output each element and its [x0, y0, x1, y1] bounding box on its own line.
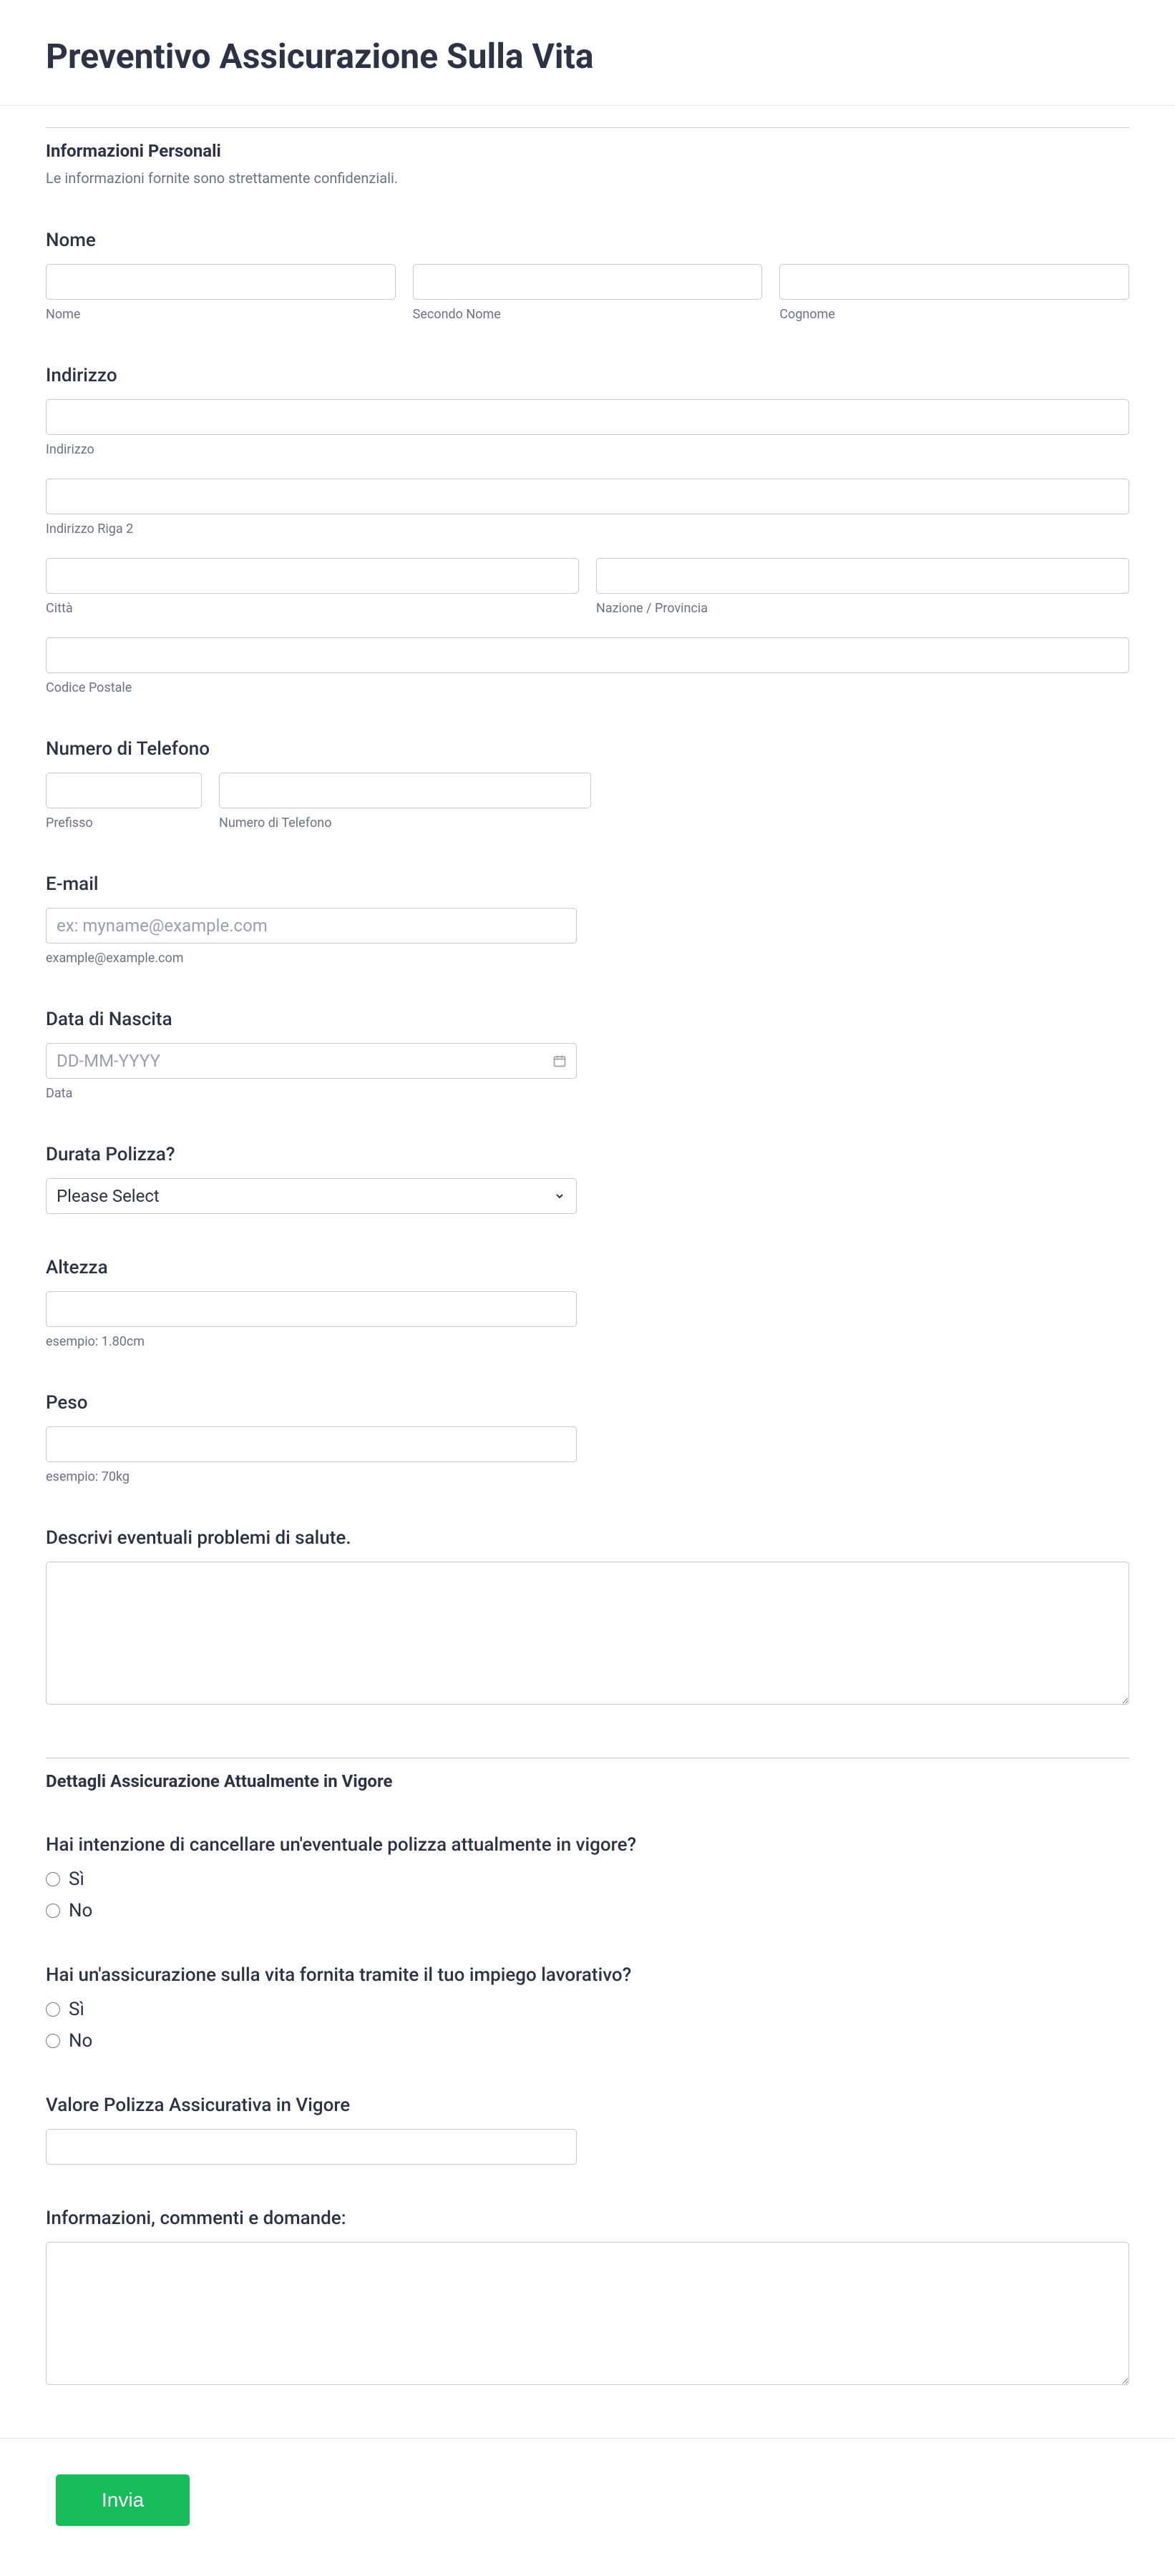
cancel-policy-yes-radio[interactable]: [46, 1872, 60, 1886]
comments-label: Informazioni, commenti e domande:: [46, 2208, 1129, 2229]
comments-textarea[interactable]: [46, 2242, 1129, 2385]
phone-prefix-input[interactable]: [46, 773, 202, 808]
middle-name-sublabel: Secondo Nome: [413, 307, 763, 322]
cancel-policy-no-radio[interactable]: [46, 1904, 60, 1918]
calendar-icon: [552, 1054, 567, 1068]
employer-ins-yes-label: Sì: [69, 1999, 84, 2020]
city-input[interactable]: [46, 558, 579, 594]
section-insurance-title: Dettagli Assicurazione Attualmente in Vi…: [46, 1771, 1129, 1791]
dob-input[interactable]: [46, 1043, 577, 1079]
dob-label: Data di Nascita: [46, 1009, 1129, 1030]
cancel-policy-yes[interactable]: Sì: [46, 1869, 1129, 1890]
cancel-policy-no[interactable]: No: [46, 1900, 1129, 1921]
city-sublabel: Città: [46, 601, 579, 616]
phone-prefix-sublabel: Prefisso: [46, 816, 202, 831]
phone-label: Numero di Telefono: [46, 738, 1129, 760]
employer-ins-no[interactable]: No: [46, 2030, 1129, 2052]
last-name-input[interactable]: [779, 264, 1129, 300]
name-label: Nome: [46, 230, 1129, 251]
address-label: Indirizzo: [46, 365, 1129, 386]
phone-number-sublabel: Numero di Telefono: [219, 816, 591, 831]
postal-sublabel: Codice Postale: [46, 680, 1129, 695]
cancel-policy-label: Hai intenzione di cancellare un'eventual…: [46, 1834, 1129, 1856]
policy-duration-label: Durata Polizza?: [46, 1144, 1129, 1165]
policy-duration-select[interactable]: Please Select: [46, 1178, 577, 1214]
policy-value-label: Valore Polizza Assicurativa in Vigore: [46, 2095, 1129, 2116]
employer-ins-no-label: No: [69, 2030, 92, 2052]
section-divider: [46, 127, 1129, 128]
employer-ins-yes-radio[interactable]: [46, 2002, 60, 2017]
weight-label: Peso: [46, 1392, 1129, 1414]
email-sublabel: example@example.com: [46, 951, 577, 966]
health-textarea[interactable]: [46, 1562, 1129, 1705]
height-sublabel: esempio: 1.80cm: [46, 1334, 577, 1349]
address-line1-sublabel: Indirizzo: [46, 442, 1129, 457]
state-sublabel: Nazione / Provincia: [596, 601, 1129, 616]
phone-number-input[interactable]: [219, 773, 591, 808]
employer-ins-no-radio[interactable]: [46, 2034, 60, 2048]
page-title: Preventivo Assicurazione Sulla Vita: [46, 36, 1129, 77]
employer-ins-label: Hai un'assicurazione sulla vita fornita …: [46, 1964, 1129, 1986]
policy-value-input[interactable]: [46, 2129, 577, 2165]
weight-input[interactable]: [46, 1426, 577, 1462]
middle-name-input[interactable]: [413, 264, 763, 300]
cancel-policy-no-label: No: [69, 1900, 92, 1921]
employer-ins-yes[interactable]: Sì: [46, 1999, 1129, 2020]
dob-sublabel: Data: [46, 1086, 577, 1101]
page-header: Preventivo Assicurazione Sulla Vita: [0, 0, 1175, 106]
address-line1-input[interactable]: [46, 399, 1129, 435]
section-personal-title: Informazioni Personali: [46, 141, 1129, 161]
height-input[interactable]: [46, 1291, 577, 1327]
cancel-policy-yes-label: Sì: [69, 1869, 84, 1890]
address-line2-input[interactable]: [46, 479, 1129, 514]
health-label: Descrivi eventuali problemi di salute.: [46, 1527, 1129, 1549]
postal-input[interactable]: [46, 637, 1129, 673]
state-input[interactable]: [596, 558, 1129, 594]
section-personal-subtitle: Le informazioni fornite sono strettament…: [46, 170, 1129, 187]
weight-sublabel: esempio: 70kg: [46, 1469, 577, 1484]
submit-button[interactable]: Invia: [56, 2474, 190, 2526]
email-label: E-mail: [46, 873, 1129, 895]
first-name-sublabel: Nome: [46, 307, 396, 322]
first-name-input[interactable]: [46, 264, 396, 300]
last-name-sublabel: Cognome: [779, 307, 1129, 322]
height-label: Altezza: [46, 1257, 1129, 1278]
email-input[interactable]: [46, 908, 577, 944]
address-line2-sublabel: Indirizzo Riga 2: [46, 521, 1129, 537]
